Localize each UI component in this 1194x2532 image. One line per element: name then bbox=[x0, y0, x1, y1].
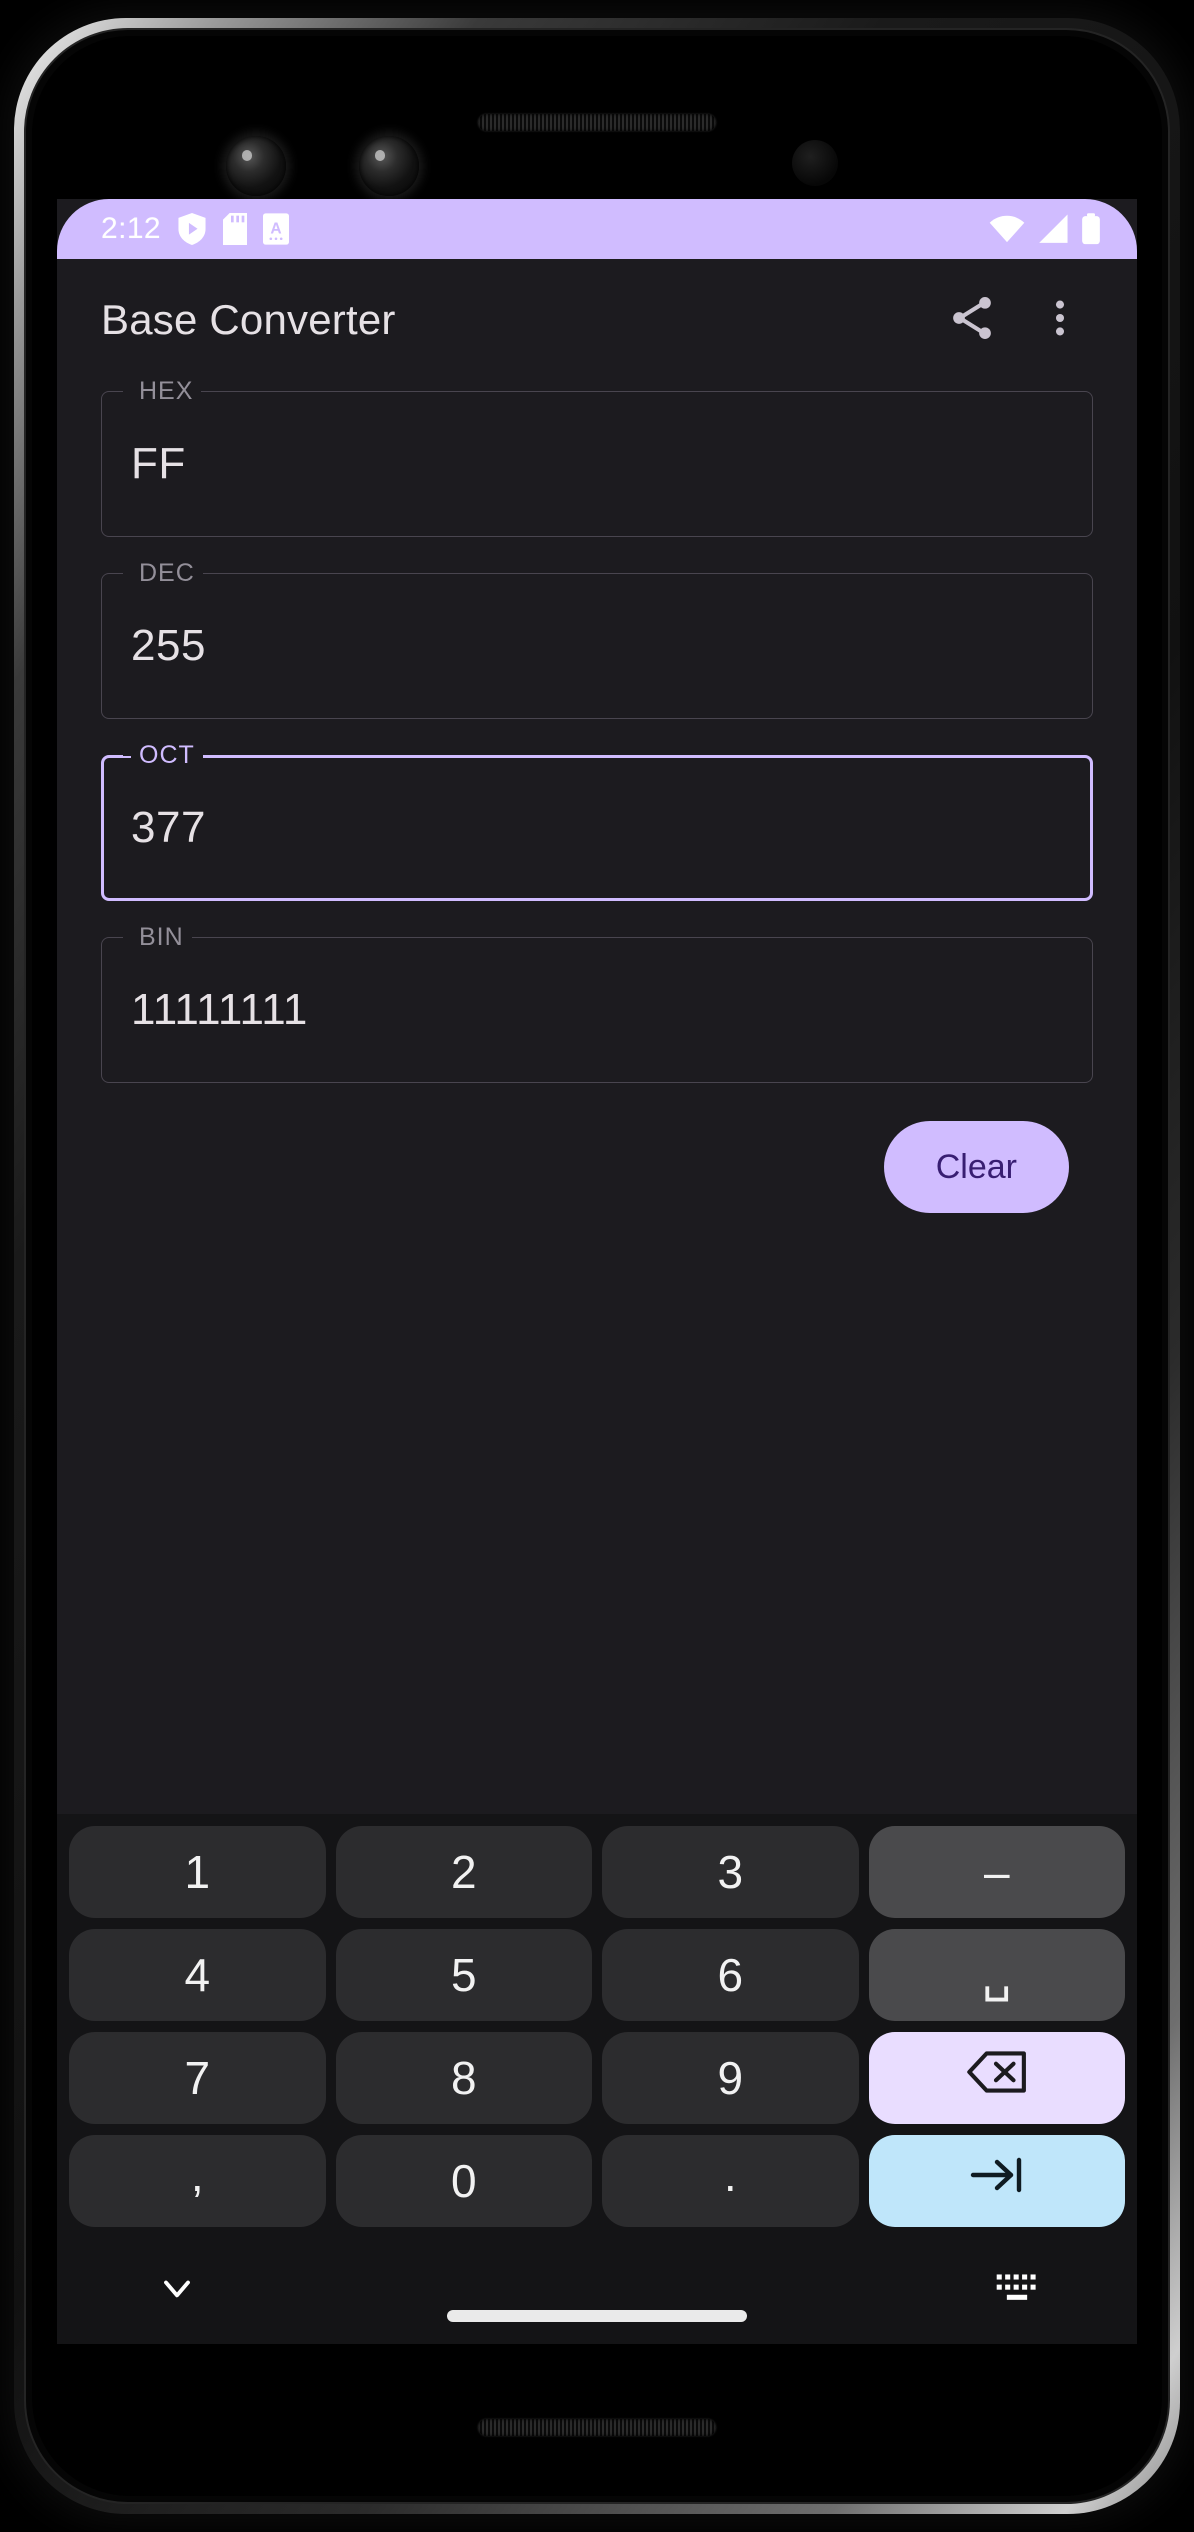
field-bin-value[interactable]: 11111111 bbox=[131, 985, 308, 1035]
phone-screen: 2:12 A Base Converter HEX FF DEC 255 OCT… bbox=[57, 199, 1137, 2344]
cellular-signal-icon bbox=[1037, 214, 1069, 244]
chevron-down-icon bbox=[155, 2280, 199, 2314]
hide-keyboard-button[interactable] bbox=[155, 2266, 199, 2315]
screenshot-a-icon: A bbox=[263, 213, 289, 245]
keyboard-nav-bar bbox=[65, 2236, 1129, 2344]
backspace-icon bbox=[966, 2049, 1028, 2106]
field-dec-label: DEC bbox=[131, 557, 203, 589]
status-bar-clock: 2:12 bbox=[101, 212, 161, 245]
field-dec-value[interactable]: 255 bbox=[131, 621, 206, 671]
key-9[interactable]: 9 bbox=[602, 2031, 859, 2124]
key-space[interactable]: ␣ bbox=[868, 1928, 1125, 2021]
battery-full-icon bbox=[1081, 213, 1101, 245]
field-hex-label: HEX bbox=[131, 375, 202, 407]
status-bar: 2:12 A bbox=[57, 199, 1137, 259]
field-oct-value[interactable]: 377 bbox=[131, 803, 206, 853]
clear-button[interactable]: Clear bbox=[883, 1121, 1069, 1213]
bottom-speaker-grille bbox=[478, 2419, 716, 2436]
app-bar: Base Converter bbox=[57, 259, 1137, 381]
camera-lens-secondary-icon bbox=[359, 136, 419, 196]
home-indicator[interactable] bbox=[447, 2310, 747, 2322]
key-6[interactable]: 6 bbox=[602, 1928, 859, 2021]
overflow-menu-button[interactable] bbox=[1023, 283, 1097, 357]
app-bar-actions bbox=[935, 283, 1097, 357]
keyboard-row-3: 7 8 9 bbox=[65, 2030, 1129, 2133]
share-button[interactable] bbox=[935, 283, 1009, 357]
keyboard-row-2: 4 5 6 ␣ bbox=[65, 1927, 1129, 2030]
field-oct-label: OCT bbox=[131, 739, 203, 771]
key-8[interactable]: 8 bbox=[335, 2031, 592, 2124]
keyboard-switch-icon bbox=[995, 2273, 1039, 2309]
switch-keyboard-button[interactable] bbox=[995, 2271, 1039, 2310]
key-2[interactable]: 2 bbox=[335, 1825, 592, 1918]
status-bar-right-group bbox=[989, 213, 1101, 245]
converter-form: HEX FF DEC 255 OCT 377 BIN 11111111 Clea… bbox=[57, 375, 1137, 1213]
key-period[interactable]: . bbox=[602, 2134, 859, 2227]
key-3[interactable]: 3 bbox=[602, 1825, 859, 1918]
proximity-sensor-icon bbox=[792, 140, 838, 186]
field-oct[interactable]: OCT 377 bbox=[101, 739, 1093, 901]
key-7[interactable]: 7 bbox=[69, 2031, 326, 2124]
action-row: Clear bbox=[101, 1121, 1093, 1213]
key-5[interactable]: 5 bbox=[335, 1928, 592, 2021]
overflow-menu-icon bbox=[1037, 295, 1083, 346]
field-dec-outline bbox=[101, 573, 1093, 719]
key-0[interactable]: 0 bbox=[335, 2134, 592, 2227]
on-screen-keyboard: 1 2 3 – 4 5 6 ␣ 7 8 9 , 0 . bbox=[57, 1814, 1137, 2344]
field-bin-label: BIN bbox=[131, 921, 192, 953]
field-hex-value[interactable]: FF bbox=[131, 439, 186, 489]
key-4[interactable]: 4 bbox=[69, 1928, 326, 2021]
svg-text:A: A bbox=[270, 221, 281, 238]
key-period-label: . bbox=[723, 2148, 737, 2201]
field-hex-outline bbox=[101, 391, 1093, 537]
field-oct-outline bbox=[101, 755, 1093, 901]
wifi-icon bbox=[989, 214, 1025, 244]
share-icon bbox=[946, 292, 998, 349]
field-dec[interactable]: DEC 255 bbox=[101, 557, 1093, 719]
tab-next-icon bbox=[967, 2153, 1027, 2208]
page-title: Base Converter bbox=[101, 296, 396, 343]
key-minus[interactable]: – bbox=[868, 1825, 1125, 1918]
key-comma-label: , bbox=[190, 2148, 204, 2201]
field-bin[interactable]: BIN 11111111 bbox=[101, 921, 1093, 1083]
status-bar-left-group: 2:12 A bbox=[101, 212, 289, 246]
key-1[interactable]: 1 bbox=[69, 1825, 326, 1918]
keyboard-row-1: 1 2 3 – bbox=[65, 1824, 1129, 1927]
keyboard-row-4: , 0 . bbox=[65, 2133, 1129, 2236]
key-comma[interactable]: , bbox=[69, 2134, 326, 2227]
sd-card-icon bbox=[223, 213, 247, 245]
key-tab-next[interactable] bbox=[868, 2134, 1125, 2227]
field-hex[interactable]: HEX FF bbox=[101, 375, 1093, 537]
key-backspace[interactable] bbox=[868, 2031, 1125, 2124]
earpiece-speaker-grille bbox=[478, 114, 716, 131]
camera-lens-icon bbox=[226, 136, 286, 196]
phone-device: 2:12 A Base Converter HEX FF DEC 255 OCT… bbox=[0, 0, 1194, 2532]
play-protect-shield-icon bbox=[177, 213, 207, 245]
